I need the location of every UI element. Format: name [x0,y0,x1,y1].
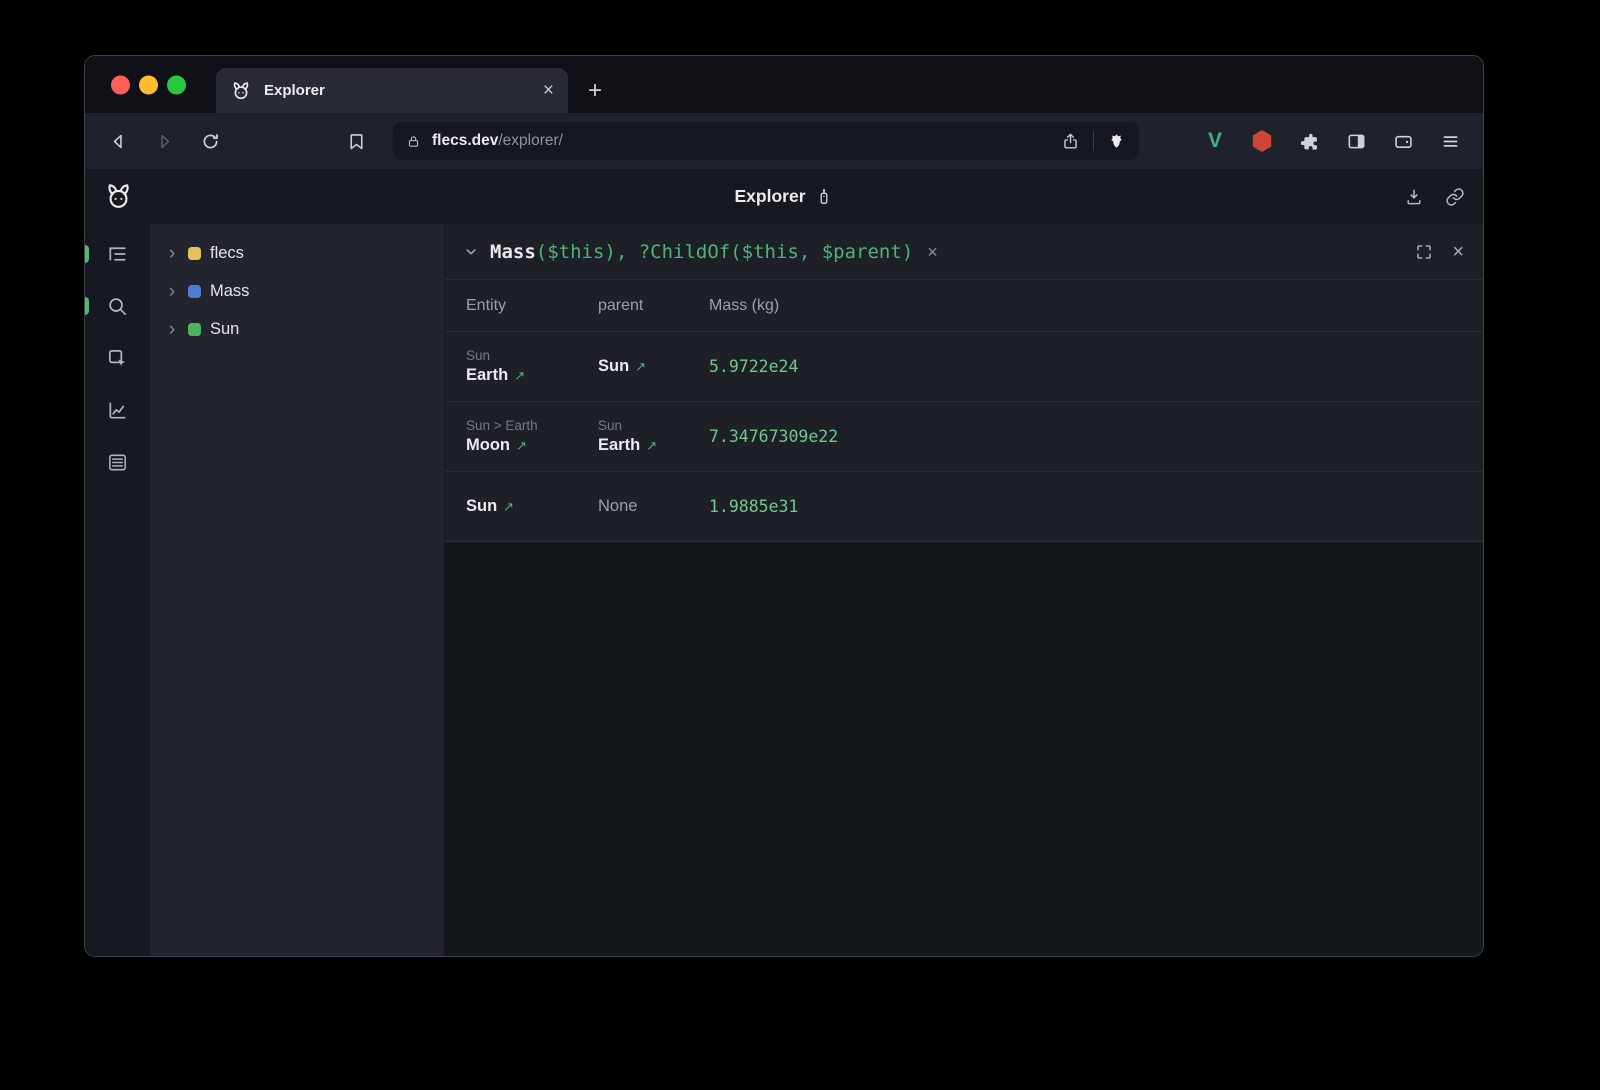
active-panel-pill-tree [85,245,89,263]
tree-item-flecs[interactable]: › flecs [150,234,444,272]
browser-menu-icon[interactable] [1431,122,1469,160]
flecs-logo [103,181,134,212]
entity-cell: Sun ↗ [466,497,598,516]
tab-close-icon[interactable]: × [543,81,554,100]
fullscreen-icon[interactable] [1415,243,1433,261]
tree-item-sun[interactable]: › Sun [150,310,444,348]
flecs-explorer-page: Explorer [85,169,1483,956]
back-button[interactable] [99,122,137,160]
share-icon[interactable] [1061,132,1080,151]
extensions-puzzle-icon[interactable] [1290,122,1328,160]
entity-path: Sun [466,348,598,363]
entity-tree-panel: › flecs › Mass › Sun [150,224,445,956]
chevron-right-icon[interactable]: › [164,320,180,339]
query-search-icon[interactable] [106,294,130,318]
entity-link[interactable]: Sun ↗ [466,497,598,516]
brave-shield-icon[interactable] [1107,132,1126,151]
permalink-icon[interactable] [1445,187,1465,207]
entity-color-swatch [188,247,201,260]
minimize-window-button[interactable] [139,75,158,94]
link-arrow-icon[interactable]: ↗ [635,360,646,373]
link-arrow-icon[interactable]: ↗ [503,500,514,513]
column-header-mass: Mass (kg) [709,297,1483,315]
entity-color-swatch [188,285,201,298]
parent-link[interactable]: Earth ↗ [598,436,709,455]
result-table-header: Entity parent Mass (kg) [445,280,1483,332]
chevron-right-icon[interactable]: › [164,244,180,263]
explorer-body: › flecs › Mass › Sun [85,224,1483,956]
icon-rail [85,224,150,956]
tree-item-mass[interactable]: › Mass [150,272,444,310]
extensions-area: V [1196,122,1469,160]
desktop-background: Explorer × + [0,0,1600,1090]
tree-item-label: Sun [210,320,239,339]
parent-cell: Sun Earth ↗ [598,418,709,455]
parent-path: Sun [598,418,709,433]
tree-item-label: flecs [210,244,244,263]
chevron-down-icon[interactable] [464,245,478,259]
entity-link[interactable]: Earth ↗ [466,366,598,385]
flecs-favicon-icon [230,80,252,102]
query-header: Mass($this), ?ChildOf($this, $parent) × … [445,224,1483,280]
tab-strip: Explorer × + [85,56,1483,113]
mass-value: 7.34767309e22 [709,427,1483,446]
padlock-icon [406,134,421,149]
entity-path: Sun > Earth [466,418,598,433]
reload-button[interactable] [191,122,229,160]
column-header-parent: parent [598,297,709,315]
browser-tab-explorer[interactable]: Explorer × [216,68,568,113]
mass-value: 1.9885e31 [709,497,1483,516]
table-row: Sun > Earth Moon ↗ Sun Earth ↗ [445,402,1483,472]
column-header-entity: Entity [466,297,598,315]
parent-cell: Sun ↗ [598,357,709,376]
vue-devtools-extension-icon[interactable]: V [1196,122,1234,160]
entity-cell: Sun Earth ↗ [466,348,598,385]
inspect-icon[interactable] [106,346,130,370]
window-controls [111,75,186,94]
new-tab-button[interactable]: + [588,79,602,103]
stats-chart-icon[interactable] [106,398,130,422]
wallet-icon[interactable] [1384,122,1422,160]
link-arrow-icon[interactable]: ↗ [646,439,657,452]
entity-cell: Sun > Earth Moon ↗ [466,418,598,455]
entity-tree-icon[interactable] [106,242,130,266]
parent-cell: None [598,497,709,516]
link-arrow-icon[interactable]: ↗ [516,439,527,452]
table-row: Sun Earth ↗ Sun ↗ [445,332,1483,402]
parent-none: None [598,497,709,516]
entity-color-swatch [188,323,201,336]
table-row: Sun ↗ None 1.9885e31 [445,472,1483,542]
close-window-button[interactable] [111,75,130,94]
link-arrow-icon[interactable]: ↗ [514,369,525,382]
hexagon-extension-icon[interactable] [1243,122,1281,160]
remote-icon[interactable] [815,187,834,206]
chevron-right-icon[interactable]: › [164,282,180,301]
page-title: Explorer [735,186,806,207]
url-path: /explorer/ [498,132,563,149]
bookmark-icon[interactable] [337,122,375,160]
forward-button[interactable] [145,122,183,160]
explorer-header: Explorer [85,169,1483,224]
active-panel-pill-query [85,297,89,315]
url-text: flecs.dev/explorer/ [432,132,563,150]
memory-journal-icon[interactable] [106,450,130,474]
parent-link[interactable]: Sun ↗ [598,357,709,376]
query-expression[interactable]: Mass($this), ?ChildOf($this, $parent) [490,241,913,263]
tree-item-label: Mass [210,282,249,301]
query-clear-icon[interactable]: × [927,243,938,261]
url-domain: flecs.dev [432,132,498,149]
mass-value: 5.9722e24 [709,357,1483,376]
query-result-empty-area [445,542,1483,956]
toolbar-divider [1093,131,1094,151]
tab-title: Explorer [264,82,325,99]
browser-toolbar: flecs.dev/explorer/ V [85,113,1483,169]
entity-link[interactable]: Moon ↗ [466,436,598,455]
url-bar[interactable]: flecs.dev/explorer/ [393,122,1139,160]
sidebar-toggle-icon[interactable] [1337,122,1375,160]
zoom-window-button[interactable] [167,75,186,94]
download-icon[interactable] [1404,187,1424,207]
query-panel: Mass($this), ?ChildOf($this, $parent) × … [445,224,1483,956]
browser-window: Explorer × + [84,55,1484,957]
panel-close-icon[interactable]: × [1452,242,1464,262]
